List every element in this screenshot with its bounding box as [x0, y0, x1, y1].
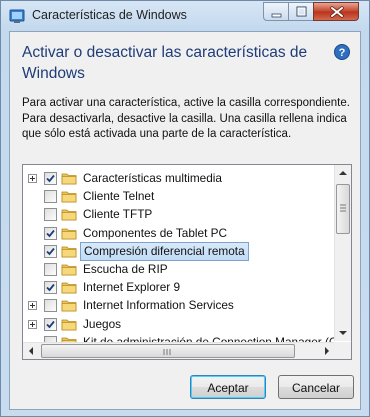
- feature-label[interactable]: Juegos: [80, 315, 124, 334]
- feature-row[interactable]: Cliente Telnet: [23, 187, 335, 206]
- feature-row[interactable]: Compresión diferencial remota: [23, 241, 335, 261]
- feature-checkbox[interactable]: [44, 208, 57, 222]
- scroll-right-arrow-icon[interactable]: [318, 343, 335, 359]
- feature-label[interactable]: Características multimedia: [80, 169, 225, 188]
- feature-row[interactable]: Escucha de RIP: [23, 260, 335, 279]
- feature-label[interactable]: Compresión diferencial remota: [80, 241, 249, 261]
- feature-label[interactable]: Cliente TFTP: [80, 205, 155, 224]
- page-title: Activar o desactivar las características…: [22, 44, 308, 82]
- dialog-window: Características de Windows Activar o des…: [0, 0, 370, 417]
- feature-row[interactable]: Componentes de Tablet PC: [23, 224, 335, 243]
- feature-row[interactable]: Internet Information Services: [23, 296, 335, 315]
- scroll-left-arrow-icon[interactable]: [23, 343, 40, 359]
- folder-icon: [61, 298, 77, 313]
- scrollbar-corner: [334, 342, 351, 359]
- feature-row[interactable]: Características multimedia: [23, 169, 335, 188]
- features-tree[interactable]: Características multimedia Cliente Telnet…: [22, 164, 352, 360]
- feature-checkbox[interactable]: [44, 244, 57, 258]
- minimize-button[interactable]: [263, 2, 289, 21]
- feature-checkbox[interactable]: [44, 281, 57, 295]
- feature-label[interactable]: Internet Information Services: [80, 296, 237, 315]
- feature-row[interactable]: Cliente TFTP: [23, 205, 335, 224]
- expand-icon[interactable]: [28, 319, 37, 329]
- vertical-scroll-thumb[interactable]: [336, 184, 350, 234]
- feature-checkbox[interactable]: [44, 190, 57, 204]
- folder-icon: [61, 226, 77, 241]
- feature-checkbox[interactable]: [44, 226, 57, 240]
- feature-checkbox[interactable]: [44, 263, 57, 276]
- vertical-scrollbar[interactable]: [334, 165, 351, 341]
- feature-checkbox[interactable]: [44, 299, 57, 313]
- expand-icon[interactable]: [28, 301, 37, 311]
- feature-label[interactable]: Componentes de Tablet PC: [80, 224, 230, 243]
- ok-button[interactable]: Aceptar: [190, 375, 266, 399]
- window-title: Características de Windows: [32, 8, 187, 22]
- feature-checkbox[interactable]: [44, 317, 57, 331]
- cancel-button[interactable]: Cancelar: [278, 375, 354, 399]
- expand-icon[interactable]: [28, 174, 37, 183]
- folder-icon: [61, 317, 77, 332]
- feature-row[interactable]: Juegos: [23, 315, 335, 334]
- feature-label[interactable]: Internet Explorer 9: [80, 278, 183, 297]
- folder-icon: [61, 171, 77, 186]
- help-icon[interactable]: ?: [334, 44, 350, 60]
- close-button[interactable]: [313, 2, 359, 21]
- feature-row[interactable]: Internet Explorer 9: [23, 278, 335, 297]
- folder-icon: [61, 262, 77, 277]
- horizontal-scroll-thumb[interactable]: [41, 344, 295, 358]
- folder-icon: [61, 244, 77, 259]
- title-bar[interactable]: Características de Windows: [1, 1, 369, 31]
- folder-icon: [61, 189, 77, 204]
- feature-checkbox[interactable]: [44, 172, 57, 185]
- instructions-text: Para activar una característica, active …: [22, 97, 350, 140]
- horizontal-scrollbar[interactable]: [23, 342, 335, 359]
- scroll-down-arrow-icon[interactable]: [335, 324, 351, 341]
- scroll-up-arrow-icon[interactable]: [335, 165, 351, 182]
- maximize-button[interactable]: [288, 2, 314, 21]
- feature-label[interactable]: Escucha de RIP: [80, 260, 171, 279]
- svg-text:?: ?: [339, 47, 346, 59]
- folder-icon: [61, 280, 77, 295]
- folder-icon: [61, 207, 77, 222]
- dialog-client-area: Activar o desactivar las características…: [9, 31, 361, 410]
- control-panel-icon: [9, 8, 25, 24]
- feature-label[interactable]: Cliente Telnet: [80, 187, 157, 206]
